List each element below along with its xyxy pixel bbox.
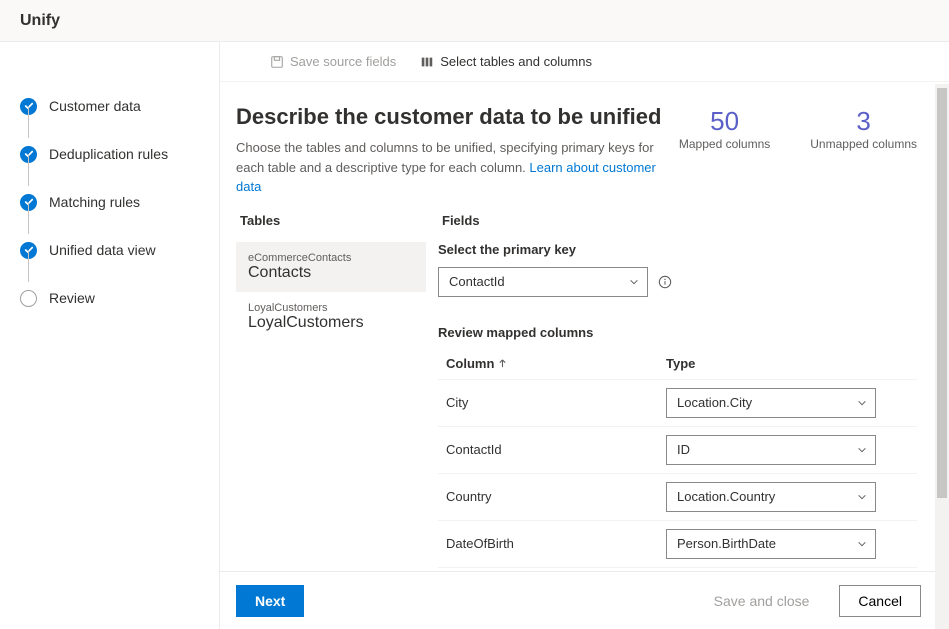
- table-row: DateOfBirth Person.BirthDate: [438, 520, 917, 567]
- review-heading: Review mapped columns: [438, 325, 917, 340]
- type-select[interactable]: Person.BirthDate: [666, 529, 876, 559]
- save-and-close-button: Save and close: [696, 585, 828, 617]
- step-unified-view[interactable]: Unified data view: [20, 226, 219, 274]
- column-header-type[interactable]: Type: [666, 356, 909, 371]
- wizard-steps: Customer data Deduplication rules Matchi…: [0, 42, 220, 629]
- chevron-down-icon: [857, 398, 867, 408]
- primary-key-select[interactable]: ContactId: [438, 267, 648, 297]
- chevron-down-icon: [857, 492, 867, 502]
- circle-icon: [20, 290, 37, 307]
- scrollbar-thumb[interactable]: [937, 88, 947, 498]
- column-headers: Column Type: [438, 348, 917, 379]
- content-area: Describe the customer data to be unified…: [220, 82, 949, 571]
- chevron-down-icon: [857, 445, 867, 455]
- select-value: Location.City: [677, 395, 752, 410]
- column-name: ContactId: [446, 442, 666, 457]
- section-description: Choose the tables and columns to be unif…: [236, 138, 679, 197]
- chevron-down-icon: [857, 539, 867, 549]
- table-source: eCommerceContacts: [248, 252, 414, 264]
- column-name: City: [446, 395, 666, 410]
- step-label: Deduplication rules: [49, 146, 168, 162]
- select-value: ContactId: [449, 274, 505, 289]
- footer-bar: Next Save and close Cancel: [220, 571, 949, 629]
- step-matching[interactable]: Matching rules: [20, 178, 219, 226]
- table-item-loyalcustomers[interactable]: LoyalCustomers LoyalCustomers: [236, 292, 426, 342]
- next-button[interactable]: Next: [236, 585, 304, 617]
- table-row: City Location.City: [438, 379, 917, 426]
- fields-heading: Fields: [438, 213, 917, 228]
- step-label: Customer data: [49, 98, 141, 114]
- table-source: LoyalCustomers: [248, 302, 414, 314]
- column-name: Country: [446, 489, 666, 504]
- step-label: Matching rules: [49, 194, 140, 210]
- table-row: ContactId ID: [438, 426, 917, 473]
- select-tables-button[interactable]: Select tables and columns: [420, 54, 592, 69]
- section-title: Describe the customer data to be unified: [236, 104, 679, 130]
- save-source-fields-button[interactable]: Save source fields: [270, 54, 396, 69]
- table-name: LoyalCustomers: [248, 314, 414, 332]
- toolbar: Save source fields Select tables and col…: [220, 42, 949, 82]
- column-header-name[interactable]: Column: [446, 356, 666, 371]
- stat-number: 3: [810, 106, 917, 137]
- step-label: Review: [49, 290, 95, 306]
- step-review[interactable]: Review: [20, 274, 219, 322]
- stat-unmapped: 3 Unmapped columns: [810, 106, 917, 151]
- table-name: Contacts: [248, 264, 414, 282]
- step-label: Unified data view: [49, 242, 156, 258]
- scrollbar[interactable]: [935, 84, 949, 629]
- sort-asc-icon: [498, 359, 507, 368]
- stat-mapped: 50 Mapped columns: [679, 106, 770, 151]
- type-select[interactable]: Location.City: [666, 388, 876, 418]
- select-value: Person.BirthDate: [677, 536, 776, 551]
- columns-icon: [420, 55, 434, 69]
- info-icon[interactable]: [658, 275, 672, 289]
- toolbar-label: Select tables and columns: [440, 54, 592, 69]
- stat-label: Unmapped columns: [810, 137, 917, 151]
- column-name: DateOfBirth: [446, 536, 666, 551]
- tables-heading: Tables: [236, 213, 426, 228]
- cancel-button[interactable]: Cancel: [839, 585, 921, 617]
- type-select[interactable]: ID: [666, 435, 876, 465]
- table-row: Country Location.Country: [438, 473, 917, 520]
- table-item-contacts[interactable]: eCommerceContacts Contacts: [236, 242, 426, 292]
- app-header: Unify: [0, 0, 949, 42]
- step-customer-data[interactable]: Customer data: [20, 82, 219, 130]
- type-select[interactable]: Location.Country: [666, 482, 876, 512]
- page-title: Unify: [20, 12, 60, 30]
- step-deduplication[interactable]: Deduplication rules: [20, 130, 219, 178]
- primary-key-label: Select the primary key: [438, 242, 917, 257]
- save-icon: [270, 55, 284, 69]
- stat-number: 50: [679, 106, 770, 137]
- stat-label: Mapped columns: [679, 137, 770, 151]
- select-value: Location.Country: [677, 489, 775, 504]
- toolbar-label: Save source fields: [290, 54, 396, 69]
- select-value: ID: [677, 442, 690, 457]
- chevron-down-icon: [629, 277, 639, 287]
